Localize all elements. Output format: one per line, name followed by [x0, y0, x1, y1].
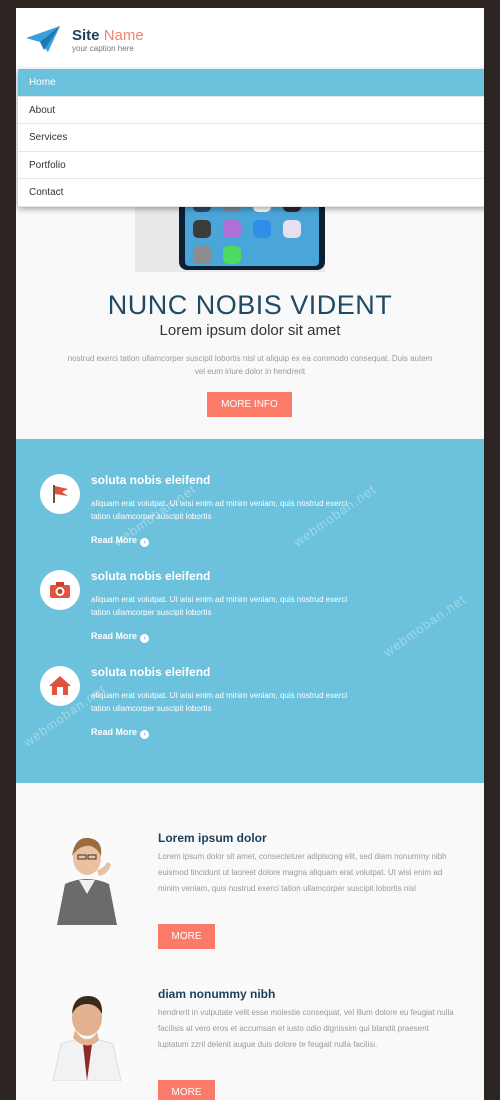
app-store-icon: [253, 220, 271, 238]
read-more-label: Read More: [91, 631, 138, 641]
home-icon: [40, 666, 80, 706]
app-icon: [223, 246, 241, 264]
more-button[interactable]: MORE: [158, 1080, 215, 1100]
main-nav-menu: Home About Services Portfolio Contact: [18, 69, 484, 207]
feature-item: soluta nobis eleifend aliquam erat volut…: [16, 559, 484, 655]
article-item: diam nonummy nibh hendrerit in vulputate…: [16, 972, 484, 1100]
game-center-icon: [283, 220, 301, 238]
feature-text: aliquam erat volutpat. Ut wisi enim ad m…: [91, 691, 348, 713]
arrow-right-icon: ›: [140, 634, 150, 643]
man-photo: [35, 978, 138, 1081]
more-info-button[interactable]: MORE INFO: [207, 392, 292, 417]
arrow-right-icon: ›: [140, 538, 150, 547]
read-more-link[interactable]: Read More ›: [91, 535, 150, 547]
article-title: Lorem ipsum dolor: [158, 831, 267, 845]
woman-photo: [35, 822, 138, 925]
features-section: soluta nobis eleifend aliquam erat volut…: [16, 439, 484, 783]
site-header: Site Name your caption here: [16, 8, 484, 70]
article-text: Lorem ipsum dolor sit amet, consectetuer…: [158, 852, 447, 893]
nav-item-home[interactable]: Home: [18, 69, 484, 97]
flag-icon: [40, 474, 80, 514]
article-item: Lorem ipsum dolor Lorem ipsum dolor sit …: [16, 816, 484, 966]
article-text: hendrerit in vulputate velit esse molest…: [158, 1008, 454, 1049]
feature-title: soluta nobis eleifend: [91, 473, 211, 487]
hero-text: nostrud exerci tation ullamcorper suscip…: [67, 354, 433, 376]
paper-plane-icon[interactable]: [26, 26, 60, 54]
article-title: diam nonummy nibh: [158, 987, 276, 1001]
camera-icon: [40, 570, 80, 610]
read-more-link[interactable]: Read More ›: [91, 631, 150, 643]
read-more-link[interactable]: Read More ›: [91, 727, 150, 739]
feature-title: soluta nobis eleifend: [91, 569, 211, 583]
site-caption: your caption here: [72, 44, 134, 53]
page-container: Site Name your caption here Home About S…: [16, 8, 484, 1100]
more-button[interactable]: MORE: [158, 924, 215, 949]
app-icon: [223, 220, 241, 238]
read-more-label: Read More: [91, 727, 138, 737]
feature-item: soluta nobis eleifend aliquam erat volut…: [16, 463, 484, 559]
nav-item-about[interactable]: About: [18, 97, 484, 124]
app-icon: [193, 220, 211, 238]
settings-icon: [193, 246, 211, 264]
site-name[interactable]: Site Name: [72, 27, 144, 44]
hero-title: NUNC NOBIS VIDENT: [107, 290, 393, 320]
nav-item-portfolio[interactable]: Portfolio: [18, 152, 484, 179]
feature-title: soluta nobis eleifend: [91, 665, 211, 679]
nav-item-contact[interactable]: Contact: [18, 179, 484, 207]
hero-subtitle: Lorem ipsum dolor sit amet: [159, 322, 341, 339]
arrow-right-icon: ›: [140, 730, 150, 739]
site-name-bold: Site: [72, 27, 100, 44]
feature-item: soluta nobis eleifend aliquam erat volut…: [16, 655, 484, 751]
feature-text: aliquam erat volutpat. Ut wisi enim ad m…: [91, 499, 348, 521]
read-more-label: Read More: [91, 535, 138, 545]
nav-item-services[interactable]: Services: [18, 124, 484, 152]
feature-text: aliquam erat volutpat. Ut wisi enim ad m…: [91, 595, 348, 617]
site-name-accent: Name: [103, 27, 144, 44]
